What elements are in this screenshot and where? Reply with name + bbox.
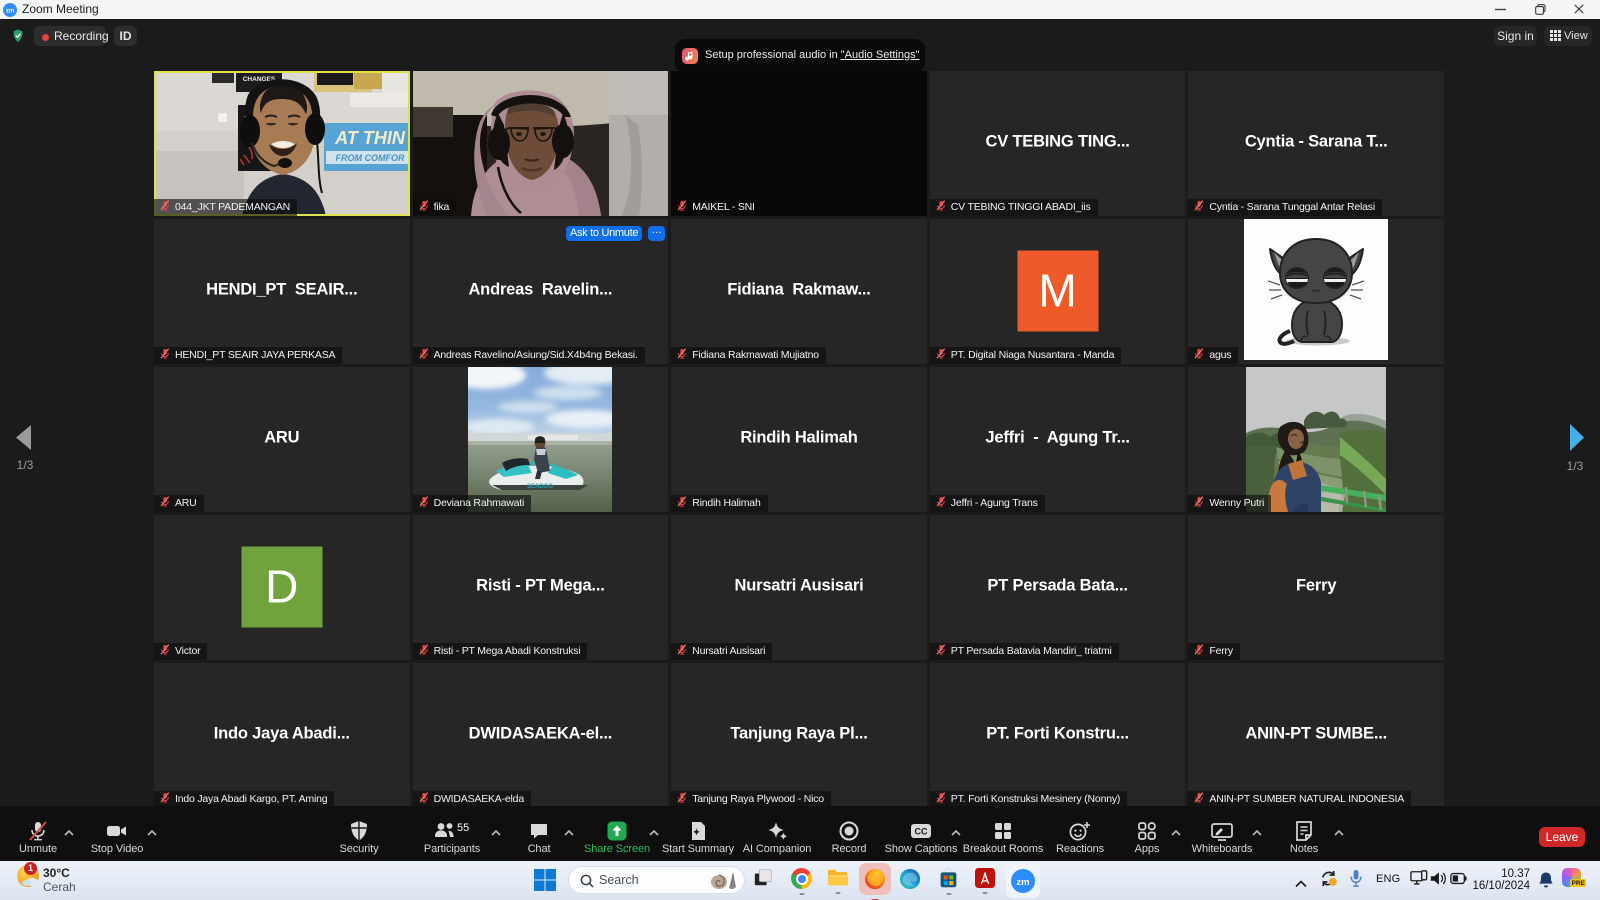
svg-text:zm: zm: [6, 8, 14, 14]
svg-text:AT THIN: AT THIN: [334, 128, 406, 148]
svg-text:zm: zm: [1016, 877, 1029, 888]
svg-text:FROM COMFOR: FROM COMFOR: [336, 153, 405, 163]
svg-text:SEADOO: SEADOO: [527, 484, 553, 490]
svg-text:CC: CC: [915, 827, 928, 837]
svg-text:55: 55: [457, 822, 469, 834]
